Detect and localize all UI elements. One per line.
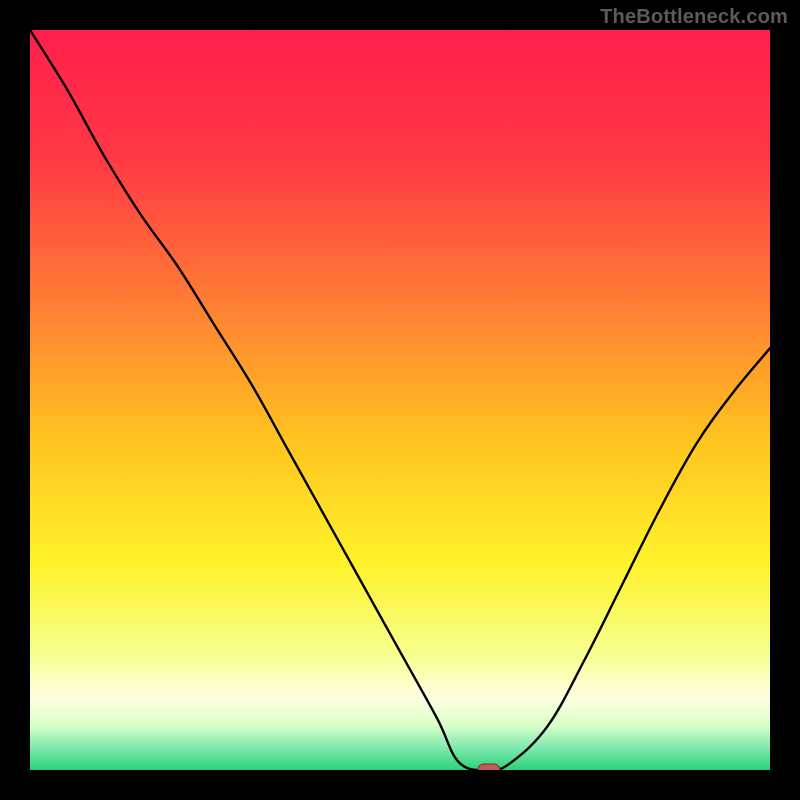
bottleneck-curve-chart [30, 30, 770, 770]
watermark-text: TheBottleneck.com [600, 6, 788, 29]
optimal-point-marker [478, 764, 500, 770]
plot-area [30, 30, 770, 770]
gradient-background [30, 30, 770, 770]
chart-frame: TheBottleneck.com [0, 0, 800, 800]
